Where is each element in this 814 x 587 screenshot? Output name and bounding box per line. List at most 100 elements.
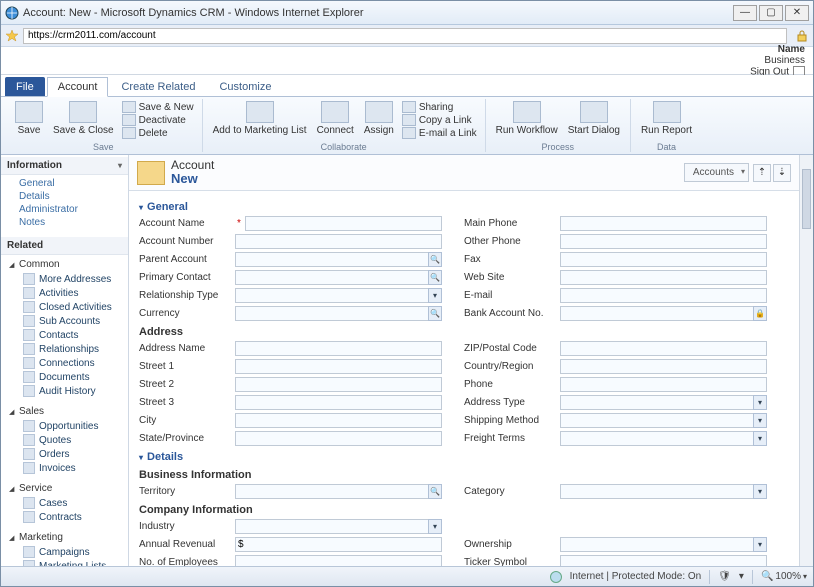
nav-cases[interactable]: Cases bbox=[9, 496, 128, 510]
nav-details[interactable]: Details bbox=[9, 190, 128, 203]
lookup-icon[interactable]: 🔍 bbox=[428, 484, 442, 499]
shipping-method-select[interactable] bbox=[560, 413, 767, 428]
group-common[interactable]: ◢Common bbox=[9, 257, 128, 272]
nav-quotes[interactable]: Quotes bbox=[9, 433, 128, 447]
run-workflow-button[interactable]: Run Workflow bbox=[492, 99, 562, 138]
street1-input[interactable] bbox=[235, 359, 442, 374]
address-type-select[interactable] bbox=[560, 395, 767, 410]
tab-customize[interactable]: Customize bbox=[208, 77, 282, 96]
main-phone-input[interactable] bbox=[560, 216, 767, 231]
favorite-icon[interactable] bbox=[5, 29, 19, 43]
nav-connections[interactable]: Connections bbox=[9, 356, 128, 370]
country-input[interactable] bbox=[560, 359, 767, 374]
email-link-button[interactable]: E-mail a Link bbox=[402, 127, 477, 139]
group-marketing[interactable]: ◢Marketing bbox=[9, 530, 128, 545]
nav-documents[interactable]: Documents bbox=[9, 370, 128, 384]
nav-opportunities[interactable]: Opportunities bbox=[9, 419, 128, 433]
chevron-down-icon[interactable]: ▾ bbox=[753, 395, 767, 410]
ticker-input[interactable] bbox=[560, 555, 767, 566]
street3-input[interactable] bbox=[235, 395, 442, 410]
freight-terms-select[interactable] bbox=[560, 431, 767, 446]
lookup-icon[interactable]: 🔍 bbox=[428, 270, 442, 285]
address-name-input[interactable] bbox=[235, 341, 442, 356]
lookup-icon[interactable]: 🔍 bbox=[428, 252, 442, 267]
nav-contracts[interactable]: Contracts bbox=[9, 510, 128, 524]
sharing-button[interactable]: Sharing bbox=[402, 101, 477, 113]
delete-button[interactable]: Delete bbox=[122, 127, 194, 139]
nav-down-button[interactable]: ⇣ bbox=[773, 164, 791, 182]
start-dialog-button[interactable]: Start Dialog bbox=[564, 99, 624, 138]
annual-revenue-input[interactable] bbox=[235, 537, 442, 552]
group-sales[interactable]: ◢Sales bbox=[9, 404, 128, 419]
add-marketing-button[interactable]: Add to Marketing List bbox=[209, 99, 311, 138]
bank-account-input[interactable] bbox=[560, 306, 767, 321]
nav-general[interactable]: General bbox=[9, 177, 128, 190]
tab-file[interactable]: File bbox=[5, 77, 45, 96]
other-phone-input[interactable] bbox=[560, 234, 767, 249]
tab-account[interactable]: Account bbox=[47, 77, 109, 97]
ownership-select[interactable] bbox=[560, 537, 767, 552]
nav-notes[interactable]: Notes bbox=[9, 216, 128, 229]
lookup-icon[interactable]: 🔍 bbox=[428, 306, 442, 321]
nav-contacts[interactable]: Contacts bbox=[9, 328, 128, 342]
website-input[interactable] bbox=[560, 270, 767, 285]
nav-more-addresses[interactable]: More Addresses bbox=[9, 272, 128, 286]
tab-create-related[interactable]: Create Related bbox=[110, 77, 206, 96]
category-select[interactable] bbox=[560, 484, 767, 499]
assign-button[interactable]: Assign bbox=[360, 99, 398, 138]
zoom-control[interactable]: 🔍 100% ▾ bbox=[761, 571, 807, 582]
chevron-down-icon[interactable]: ▾ bbox=[739, 571, 744, 582]
group-service[interactable]: ◢Service bbox=[9, 481, 128, 496]
address-input[interactable] bbox=[23, 28, 787, 44]
run-report-button[interactable]: Run Report bbox=[637, 99, 696, 138]
chevron-down-icon[interactable]: ▾ bbox=[428, 519, 442, 534]
parent-account-input[interactable] bbox=[235, 252, 442, 267]
territory-input[interactable] bbox=[235, 484, 442, 499]
view-picker[interactable]: Accounts bbox=[684, 163, 749, 182]
section-details[interactable]: ▾Details bbox=[139, 447, 767, 465]
chevron-down-icon[interactable]: ▾ bbox=[428, 288, 442, 303]
chevron-down-icon[interactable]: ▾ bbox=[753, 537, 767, 552]
save-new-button[interactable]: Save & New bbox=[122, 101, 194, 113]
zip-input[interactable] bbox=[560, 341, 767, 356]
account-number-input[interactable] bbox=[235, 234, 442, 249]
minimize-button[interactable]: — bbox=[733, 5, 757, 21]
email-input[interactable] bbox=[560, 288, 767, 303]
account-name-input[interactable] bbox=[245, 216, 442, 231]
section-general[interactable]: ▾General bbox=[139, 197, 767, 215]
street2-input[interactable] bbox=[235, 377, 442, 392]
currency-input[interactable] bbox=[235, 306, 442, 321]
chevron-down-icon[interactable]: ▾ bbox=[753, 484, 767, 499]
nav-activities[interactable]: Activities bbox=[9, 286, 128, 300]
vertical-scrollbar[interactable] bbox=[799, 155, 813, 566]
information-header[interactable]: Information▾ bbox=[1, 157, 128, 175]
nav-administrator[interactable]: Administrator bbox=[9, 203, 128, 216]
nav-up-button[interactable]: ⇡ bbox=[753, 164, 771, 182]
maximize-button[interactable]: ▢ bbox=[759, 5, 783, 21]
address-phone-input[interactable] bbox=[560, 377, 767, 392]
industry-select[interactable] bbox=[235, 519, 442, 534]
save-button[interactable]: Save bbox=[11, 99, 47, 138]
chevron-down-icon[interactable]: ▾ bbox=[753, 413, 767, 428]
copy-link-button[interactable]: Copy a Link bbox=[402, 114, 477, 126]
city-input[interactable] bbox=[235, 413, 442, 428]
save-close-button[interactable]: Save & Close bbox=[49, 99, 118, 138]
close-button[interactable]: ✕ bbox=[785, 5, 809, 21]
security-icon[interactable]: 🛡 bbox=[718, 571, 731, 582]
nav-sub-accounts[interactable]: Sub Accounts bbox=[9, 314, 128, 328]
deactivate-button[interactable]: Deactivate bbox=[122, 114, 194, 126]
nav-closed-activities[interactable]: Closed Activities bbox=[9, 300, 128, 314]
employees-input[interactable] bbox=[235, 555, 442, 566]
chevron-down-icon[interactable]: ▾ bbox=[803, 572, 807, 581]
nav-relationships[interactable]: Relationships bbox=[9, 342, 128, 356]
relationship-type-select[interactable] bbox=[235, 288, 442, 303]
nav-invoices[interactable]: Invoices bbox=[9, 461, 128, 475]
connect-button[interactable]: Connect bbox=[313, 99, 358, 138]
fax-input[interactable] bbox=[560, 252, 767, 267]
nav-orders[interactable]: Orders bbox=[9, 447, 128, 461]
nav-audit-history[interactable]: Audit History bbox=[9, 384, 128, 398]
state-input[interactable] bbox=[235, 431, 442, 446]
primary-contact-input[interactable] bbox=[235, 270, 442, 285]
nav-marketing-lists[interactable]: Marketing Lists bbox=[9, 559, 128, 566]
chevron-down-icon[interactable]: ▾ bbox=[753, 431, 767, 446]
